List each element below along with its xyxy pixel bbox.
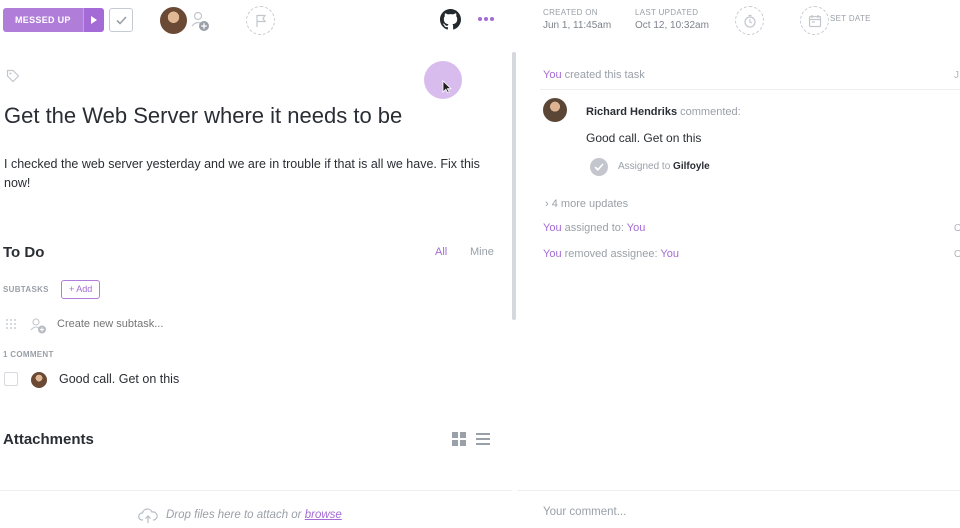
drag-handle-icon[interactable]	[6, 319, 16, 329]
due-date-button[interactable]	[800, 6, 829, 35]
assigned-prefix: Assigned to	[618, 161, 671, 172]
last-updated-label: LAST UPDATED	[635, 8, 699, 17]
time-tracking-button[interactable]	[735, 6, 764, 35]
comment-composer	[517, 490, 960, 528]
filter-all-tab[interactable]: All	[435, 246, 447, 258]
commenter-name[interactable]: Richard Hendriks	[586, 106, 677, 118]
status-button[interactable]: MESSED UP	[3, 8, 104, 32]
more-updates-label[interactable]: 4 more updates	[552, 198, 628, 210]
mouse-pointer-icon	[442, 80, 452, 94]
assigned-name[interactable]: Gilfoyle	[673, 161, 710, 172]
activity-text: removed assignee:	[561, 248, 661, 260]
tag-icon[interactable]	[6, 69, 20, 83]
activity-date: J	[954, 70, 959, 81]
activity-target[interactable]: You	[627, 222, 646, 234]
status-label[interactable]: MESSED UP	[3, 8, 83, 32]
activity-comment-text: Good call. Get on this	[586, 131, 702, 145]
comment-count-label: 1 COMMENT	[3, 350, 54, 359]
activity-text: created this task	[561, 69, 645, 81]
more-updates-toggle[interactable]: › 4 more updates	[545, 198, 628, 210]
subtasks-label: SUBTASKS	[3, 285, 49, 294]
activity-created: You created this task	[543, 69, 645, 81]
pane-resize-handle[interactable]	[512, 52, 516, 320]
activity-date: O	[954, 223, 960, 234]
activity-actor[interactable]: You	[543, 69, 562, 81]
calendar-icon	[808, 14, 821, 27]
check-icon	[115, 15, 127, 25]
add-subtask-button[interactable]: + Add	[61, 280, 101, 299]
last-updated-value: Oct 12, 10:32am	[635, 20, 709, 31]
commenter-line: Richard Hendriks commented:	[586, 106, 741, 118]
browse-link[interactable]: browse	[305, 509, 342, 521]
cloud-upload-icon	[138, 508, 158, 523]
task-description[interactable]: I checked the web server yesterday and w…	[4, 155, 504, 193]
activity-date: O	[954, 249, 960, 260]
activity-actor[interactable]: You	[543, 222, 562, 234]
complete-task-checkbox[interactable]	[109, 8, 133, 32]
comment-input[interactable]	[543, 506, 943, 518]
activity-pane: You created this task J Richard Hendriks…	[517, 42, 960, 488]
activity-assigned: You assigned to: You	[543, 222, 645, 234]
flag-icon	[255, 14, 266, 27]
add-assignee-icon[interactable]	[191, 10, 211, 32]
stopwatch-icon	[743, 14, 756, 28]
grid-view-icon[interactable]	[452, 432, 466, 446]
activity-removed: You removed assignee: You	[543, 248, 679, 260]
task-detail-pane: Get the Web Server where it needs to be …	[0, 42, 510, 488]
assigned-check-icon	[590, 158, 608, 176]
attachments-title: Attachments	[3, 431, 94, 448]
attachment-dropzone[interactable]: Drop files here to attach or browse	[0, 490, 512, 528]
assigned-line: Assigned to Gilfoyle	[618, 161, 710, 172]
created-on-value: Jun 1, 11:45am	[543, 20, 612, 31]
assignee-avatar[interactable]	[159, 6, 188, 35]
more-options-icon[interactable]	[477, 12, 495, 26]
created-on-meta: CREATED ON Jun 1, 11:45am	[543, 8, 611, 31]
comment-text: Good call. Get on this	[59, 372, 180, 386]
subtask-assign-icon[interactable]	[30, 317, 47, 334]
commenter-verb: commented:	[680, 106, 741, 118]
priority-button[interactable]	[246, 6, 275, 35]
chevron-right-icon: ›	[545, 198, 552, 210]
status-next-arrow-icon[interactable]	[82, 8, 104, 32]
activity-target[interactable]: You	[660, 248, 679, 260]
task-header-bar: MESSED UP CREATED ON Jun 1, 11:45am LAST…	[0, 0, 960, 42]
activity-actor[interactable]: You	[543, 248, 562, 260]
created-on-label: CREATED ON	[543, 8, 598, 17]
set-date-label[interactable]: SET DATE	[830, 14, 871, 23]
comment-author-avatar	[31, 372, 47, 388]
dropzone-text: Drop files here to attach or browse	[166, 509, 342, 521]
commenter-avatar[interactable]	[543, 98, 567, 122]
task-title[interactable]: Get the Web Server where it needs to be	[4, 103, 402, 129]
resolve-comment-checkbox[interactable]	[4, 372, 18, 386]
github-icon[interactable]	[440, 9, 461, 30]
activity-comment-card: Richard Hendriks commented: Good call. G…	[540, 89, 960, 189]
filter-mine-tab[interactable]: Mine	[470, 246, 494, 258]
dropzone-label: Drop files here to attach or	[166, 509, 305, 521]
todo-section-title: To Do	[3, 244, 45, 261]
activity-text: assigned to:	[561, 222, 627, 234]
list-view-icon[interactable]	[476, 433, 490, 445]
create-subtask-input[interactable]	[57, 318, 257, 330]
last-updated-meta: LAST UPDATED Oct 12, 10:32am	[635, 8, 709, 31]
